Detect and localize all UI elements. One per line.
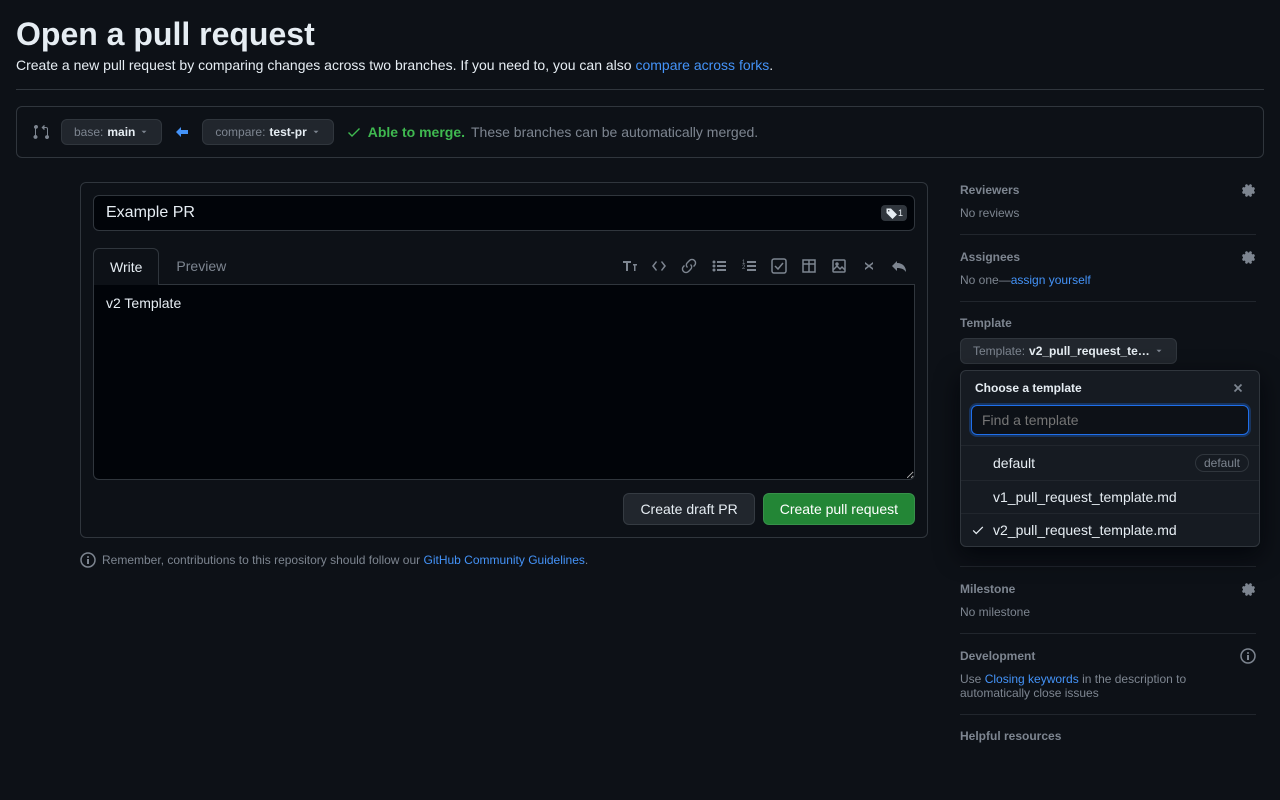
page-title: Open a pull request [16, 16, 1264, 53]
milestone-label: Milestone [960, 582, 1015, 596]
template-option-v1[interactable]: v1_pull_request_template.md [961, 480, 1259, 513]
tab-preview[interactable]: Preview [159, 247, 243, 284]
reviewers-label: Reviewers [960, 183, 1019, 197]
collapse-icon[interactable] [861, 258, 877, 274]
tag-icon[interactable]: 1 [881, 205, 907, 221]
pr-body-textarea[interactable]: v2 Template [93, 285, 915, 480]
caret-down-icon [139, 127, 149, 137]
code-icon[interactable] [651, 258, 667, 274]
assign-yourself-link[interactable]: assign yourself [1011, 273, 1091, 287]
caret-down-icon [1154, 346, 1164, 356]
create-draft-button[interactable]: Create draft PR [623, 493, 754, 525]
gear-icon[interactable] [1240, 249, 1256, 265]
git-compare-icon [33, 124, 49, 140]
info-icon [80, 552, 96, 568]
bullet-list-icon[interactable] [711, 258, 727, 274]
compare-forks-link[interactable]: compare across forks [635, 57, 769, 73]
range-editor: base: main compare: test-pr Able to merg… [16, 106, 1264, 158]
check-icon [971, 523, 985, 537]
tasklist-icon[interactable] [771, 258, 787, 274]
development-label: Development [960, 649, 1035, 663]
template-search-input[interactable] [971, 405, 1249, 435]
helpful-resources-label: Helpful resources [960, 729, 1061, 743]
page-subtitle: Create a new pull request by comparing c… [16, 57, 1264, 73]
assignees-label: Assignees [960, 250, 1020, 264]
link-icon[interactable] [681, 258, 697, 274]
base-branch-select[interactable]: base: main [61, 119, 162, 145]
milestone-body: No milestone [960, 605, 1256, 619]
close-icon[interactable] [1231, 381, 1245, 395]
image-icon[interactable] [831, 258, 847, 274]
reviewers-body: No reviews [960, 206, 1256, 220]
reply-icon[interactable] [891, 258, 907, 274]
compare-branch-select[interactable]: compare: test-pr [202, 119, 333, 145]
popover-title: Choose a template [975, 381, 1082, 395]
tab-write[interactable]: Write [93, 248, 159, 285]
closing-keywords-link[interactable]: Closing keywords [985, 672, 1079, 686]
template-label: Template [960, 316, 1012, 330]
default-badge: default [1195, 454, 1249, 472]
guidelines-note: Remember, contributions to this reposito… [80, 552, 928, 568]
svg-text:2: 2 [742, 265, 746, 271]
info-icon[interactable] [1240, 648, 1256, 664]
gear-icon[interactable] [1240, 182, 1256, 198]
check-icon [346, 124, 362, 140]
merge-status: Able to merge. These branches can be aut… [346, 124, 758, 140]
template-popover: Choose a template default default v1_pul… [960, 370, 1260, 547]
template-select-button[interactable]: Template: v2_pull_request_te… [960, 338, 1177, 364]
arrow-left-icon [174, 124, 190, 140]
caret-down-icon [311, 127, 321, 137]
guidelines-link[interactable]: GitHub Community Guidelines [424, 553, 585, 567]
create-pr-button[interactable]: Create pull request [763, 493, 915, 525]
template-option-default[interactable]: default default [961, 445, 1259, 480]
heading-icon[interactable] [621, 258, 637, 274]
template-option-v2[interactable]: v2_pull_request_template.md [961, 513, 1259, 546]
pr-title-input[interactable] [93, 195, 915, 231]
gear-icon[interactable] [1240, 581, 1256, 597]
table-icon[interactable] [801, 258, 817, 274]
number-list-icon[interactable]: 12 [741, 258, 757, 274]
